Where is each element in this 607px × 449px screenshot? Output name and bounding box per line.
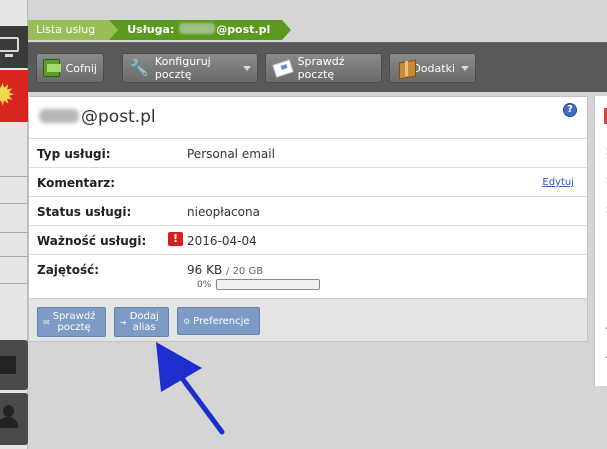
edit-comment-link[interactable]: Edytuj bbox=[542, 177, 574, 188]
user-icon bbox=[0, 405, 18, 429]
sidebar-users-button[interactable] bbox=[0, 393, 28, 445]
package-icon bbox=[396, 59, 406, 77]
arrow-right-icon: ➜ bbox=[120, 317, 127, 327]
left-sidebar: ✹ bbox=[0, 0, 28, 449]
breadcrumb-service-list[interactable]: Lista usług bbox=[28, 20, 119, 40]
breadcrumb: Lista usług Usługa: @post.pl bbox=[28, 20, 292, 40]
sidebar-divider bbox=[0, 232, 28, 233]
monitor-icon bbox=[0, 37, 19, 57]
configure-mail-button[interactable]: 🔧 Konfiguruj pocztę bbox=[122, 53, 258, 83]
sidebar-settings-button[interactable]: ✹ bbox=[0, 70, 28, 122]
toolbar: Cofnij 🔧 Konfiguruj pocztę Sprawdź poczt… bbox=[28, 42, 607, 92]
gear-icon: ✹ bbox=[0, 78, 16, 113]
breadcrumb-current-service: Usługa: @post.pl bbox=[109, 20, 292, 40]
details-table: Typ usługi: Personal email Komentarz: Ed… bbox=[29, 138, 587, 300]
sidebar-divider bbox=[0, 203, 28, 204]
addons-button[interactable]: Dodatki bbox=[389, 53, 476, 83]
check-mail-button[interactable]: Sprawdź pocztę bbox=[265, 53, 382, 83]
document-icon bbox=[0, 356, 16, 374]
preferences-button[interactable]: ⚙ Preferencje bbox=[177, 307, 260, 335]
sidebar-divider bbox=[0, 256, 28, 257]
service-details-panel: @post.pl ? Typ usługi: Personal email Ko… bbox=[28, 96, 588, 342]
help-icon[interactable]: ? bbox=[563, 103, 577, 117]
table-row: Ważność usługi: ! 2016-04-04 bbox=[29, 226, 587, 255]
envelope-icon: ✉ bbox=[43, 317, 50, 327]
sidebar-divider bbox=[0, 283, 28, 284]
back-icon bbox=[43, 59, 61, 77]
blurred-username bbox=[179, 23, 216, 34]
back-button[interactable]: Cofnij bbox=[36, 53, 104, 83]
table-row: Komentarz: Edytuj bbox=[29, 168, 587, 197]
envelope-icon bbox=[272, 59, 292, 77]
gear-icon: ⚙ bbox=[183, 316, 191, 326]
sidebar-divider bbox=[0, 176, 28, 177]
right-side-panel: S S S I I I A A bbox=[594, 96, 607, 386]
sidebar-documents-button[interactable] bbox=[0, 340, 28, 390]
page-title: @post.pl bbox=[39, 107, 156, 127]
chevron-down-icon bbox=[243, 65, 251, 71]
action-bar: ✉ Sprawdź pocztę ➜ Dodaj alias ⚙ Preferenc… bbox=[29, 298, 587, 341]
warning-icon: ! bbox=[168, 232, 183, 246]
wrench-icon: 🔧 bbox=[129, 58, 149, 77]
table-row: Typ usługi: Personal email bbox=[29, 139, 587, 168]
blurred-username bbox=[39, 109, 79, 123]
usage-percent: 0% bbox=[197, 280, 212, 290]
check-mail-action-button[interactable]: ✉ Sprawdź pocztę bbox=[37, 307, 106, 337]
chevron-down-icon bbox=[461, 65, 469, 71]
table-row: Zajętość: 96 KB / 20 GB 0% bbox=[29, 255, 587, 300]
usage-progress-bar bbox=[216, 279, 320, 290]
sidebar-monitor-button[interactable] bbox=[0, 26, 28, 68]
add-alias-button[interactable]: ➜ Dodaj alias bbox=[114, 307, 169, 337]
table-row: Status usługi: nieopłacona bbox=[29, 197, 587, 226]
